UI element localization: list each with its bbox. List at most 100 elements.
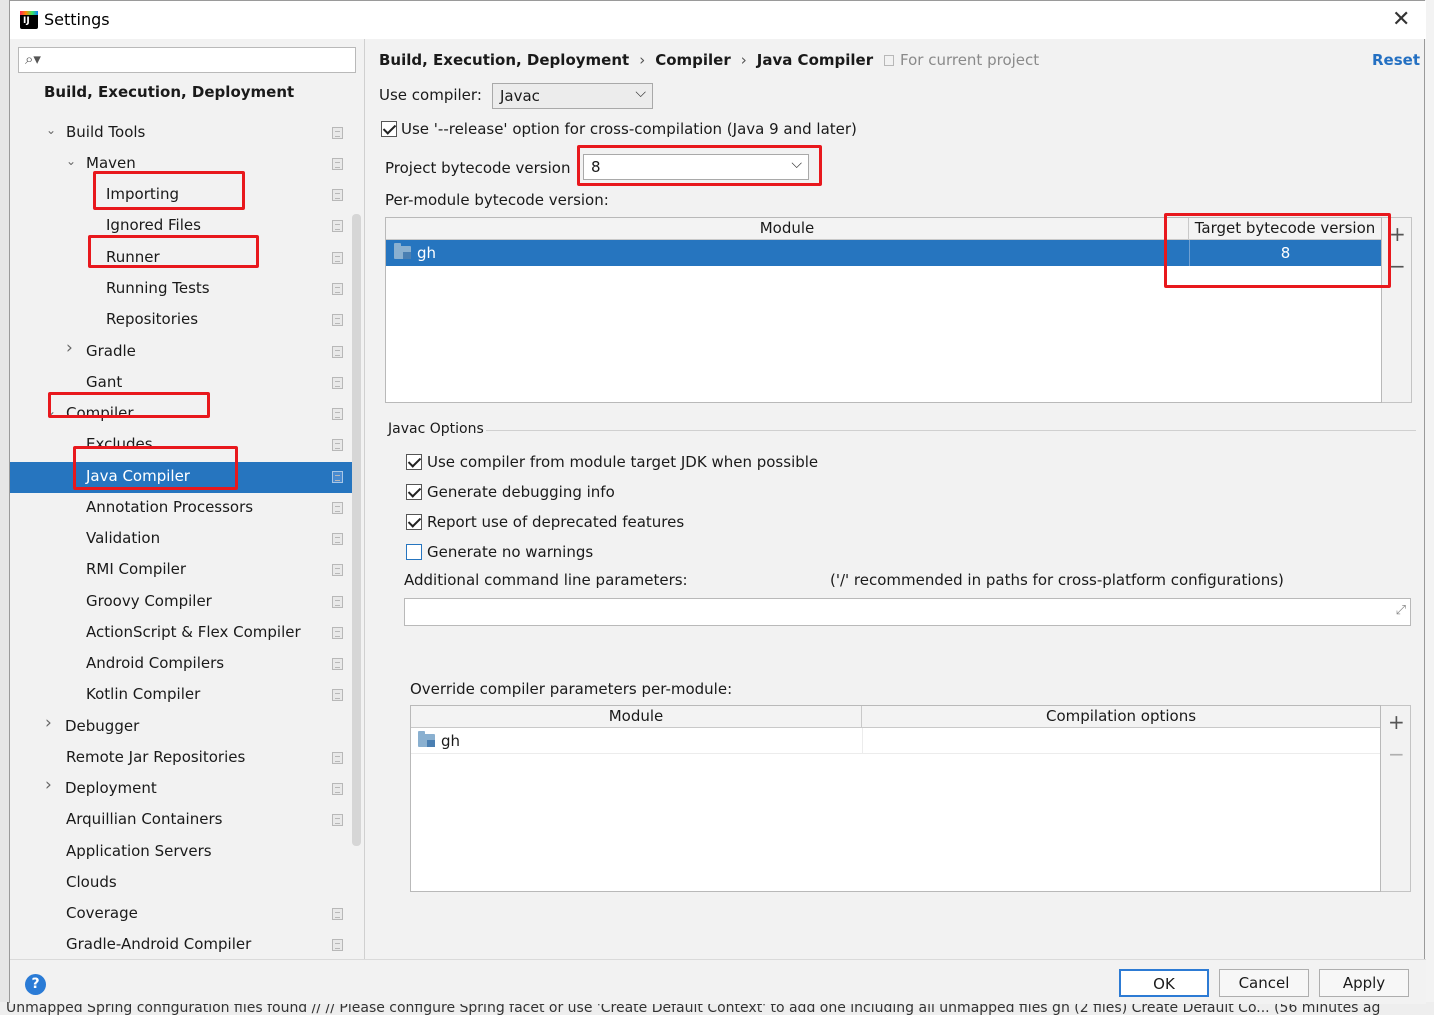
sidebar-item-label: Debugger	[65, 717, 140, 735]
project-scope-icon	[332, 533, 343, 545]
javac-option-label: Generate no warnings	[427, 543, 594, 561]
reset-link[interactable]: Reset	[1372, 51, 1420, 69]
project-scope-label: For current project	[884, 51, 1039, 69]
column-header-module[interactable]: Module	[386, 218, 1189, 240]
table-row[interactable]: gh	[411, 728, 1380, 754]
sidebar-item[interactable]: Importing	[10, 180, 352, 211]
sidebar-item[interactable]: Kotlin Compiler	[10, 680, 352, 711]
dialog-button-bar: ? OK Cancel Apply	[10, 959, 1426, 1004]
sidebar-item[interactable]: ⌄ Maven	[10, 149, 352, 180]
title-bar: IJ Settings ✕	[10, 1, 1426, 39]
project-scope-icon	[332, 439, 343, 451]
project-scope-icon	[332, 814, 343, 826]
cancel-button[interactable]: Cancel	[1219, 969, 1309, 997]
sidebar-item[interactable]: Arquillian Containers	[10, 805, 352, 836]
column-header-compilation-options[interactable]: Compilation options	[862, 706, 1380, 728]
sidebar-item[interactable]: Gradle-Android Compiler	[10, 930, 352, 961]
sidebar-item[interactable]: Groovy Compiler	[10, 587, 352, 618]
intellij-app-icon: IJ	[20, 11, 38, 29]
chevron-right-icon[interactable]: ›	[66, 338, 78, 358]
sidebar-item[interactable]: ActionScript & Flex Compiler	[10, 618, 352, 649]
add-icon[interactable]: +	[1389, 222, 1406, 246]
sidebar-item-label: Gradle	[86, 342, 136, 360]
chevron-down-icon[interactable]: ⌄	[46, 404, 58, 418]
breadcrumb: Build, Execution, Deployment › Compiler › Ja…	[379, 51, 873, 69]
sidebar-item[interactable]: Annotation Processors	[10, 493, 352, 524]
remove-icon[interactable]: −	[1389, 254, 1406, 278]
project-scope-icon	[332, 783, 343, 795]
additional-params-input[interactable]	[409, 602, 1369, 622]
per-module-bytecode-table: Module Target bytecode version gh 8	[385, 217, 1382, 403]
chevron-right-icon[interactable]: ›	[45, 713, 57, 733]
sidebar-item[interactable]: Coverage	[10, 899, 352, 930]
window-title: Settings	[44, 10, 110, 29]
sidebar-item[interactable]: Repositories	[10, 305, 352, 336]
sidebar-item[interactable]: RMI Compiler	[10, 555, 352, 586]
column-header-target-bytecode[interactable]: Target bytecode version	[1189, 218, 1381, 240]
sidebar-item-label: Importing	[106, 185, 179, 203]
sidebar-item[interactable]: › Deployment	[10, 774, 352, 805]
apply-button[interactable]: Apply	[1319, 969, 1409, 997]
javac-option-label: Report use of deprecated features	[427, 513, 685, 531]
sidebar-item-label: ActionScript & Flex Compiler	[86, 623, 301, 641]
sidebar-item[interactable]: Clouds	[10, 868, 352, 899]
javac-option-checkbox[interactable]	[406, 484, 422, 500]
close-icon[interactable]: ✕	[1392, 7, 1410, 32]
sidebar-item[interactable]: Running Tests	[10, 274, 352, 305]
sidebar-item[interactable]: Java Compiler	[10, 462, 352, 493]
settings-search-box[interactable]: ⌕▾	[18, 47, 356, 73]
settings-dialog: IJ Settings ✕ ⌕▾ Build, Execution, Deplo…	[9, 0, 1426, 1004]
sidebar-item[interactable]: › Gradle	[10, 337, 352, 368]
sidebar-item[interactable]: Android Compilers	[10, 649, 352, 680]
sidebar-item[interactable]: › Debugger	[10, 712, 352, 743]
chevron-down-icon[interactable]: ⌄	[66, 154, 78, 168]
sidebar-item-label: Arquillian Containers	[66, 810, 223, 828]
sidebar-item[interactable]: Excludes	[10, 430, 352, 461]
javac-option-checkbox[interactable]	[406, 454, 422, 470]
breadcrumb-part: Java Compiler	[756, 51, 874, 69]
sidebar-item[interactable]: Application Servers	[10, 837, 352, 868]
expand-icon[interactable]: ⤢	[1396, 603, 1406, 618]
module-name: gh	[417, 244, 437, 262]
sidebar-item-label: Maven	[86, 154, 136, 172]
project-scope-icon	[332, 752, 343, 764]
chevron-down-icon: ⌵	[791, 156, 802, 172]
javac-option-checkbox[interactable]	[406, 544, 422, 560]
project-scope-icon	[332, 502, 343, 514]
sidebar-item-label: Annotation Processors	[86, 498, 254, 516]
remove-icon[interactable]: −	[1388, 742, 1405, 766]
project-scope-icon	[332, 127, 343, 139]
sidebar-item[interactable]: Gant	[10, 368, 352, 399]
background-window-left-edge	[0, 0, 9, 1015]
sidebar-item[interactable]: Ignored Files	[10, 211, 352, 242]
project-bytecode-dropdown[interactable]: 8 ⌵	[583, 154, 809, 180]
additional-params-field[interactable]: ⤢	[404, 598, 1411, 626]
project-scope-icon	[332, 408, 343, 420]
sidebar-item-label: Build Tools	[66, 123, 146, 141]
table-row[interactable]: gh 8	[386, 240, 1381, 266]
sidebar-item[interactable]: ⌄ Build Tools	[10, 118, 352, 149]
release-option-checkbox[interactable]	[381, 121, 397, 137]
javac-option-label: Generate debugging info	[427, 483, 615, 501]
module-name: gh	[441, 732, 461, 750]
use-compiler-dropdown[interactable]: Javac ⌵	[492, 83, 653, 109]
sidebar-item-label: Runner	[106, 248, 160, 266]
compilation-options-value[interactable]	[862, 728, 1380, 754]
help-icon[interactable]: ?	[25, 974, 46, 995]
column-header-module[interactable]: Module	[411, 706, 862, 728]
chevron-right-icon[interactable]: ›	[45, 775, 57, 795]
sidebar-item[interactable]: Runner	[10, 243, 352, 274]
javac-option-checkbox[interactable]	[406, 514, 422, 530]
sidebar-scrollbar[interactable]	[352, 214, 361, 846]
sidebar-item[interactable]: ⌄ Compiler	[10, 399, 352, 430]
settings-search-input[interactable]	[47, 50, 347, 70]
project-bytecode-label: Project bytecode version	[385, 159, 571, 177]
chevron-down-icon[interactable]: ⌄	[46, 123, 58, 137]
sidebar-item-label: Java Compiler	[86, 467, 190, 485]
sidebar-item[interactable]: Validation	[10, 524, 352, 555]
add-icon[interactable]: +	[1388, 710, 1405, 734]
javac-option-label: Use compiler from module target JDK when…	[427, 453, 819, 471]
sidebar-item[interactable]: Remote Jar Repositories	[10, 743, 352, 774]
ok-button[interactable]: OK	[1119, 969, 1209, 997]
target-bytecode-value[interactable]: 8	[1189, 240, 1381, 266]
